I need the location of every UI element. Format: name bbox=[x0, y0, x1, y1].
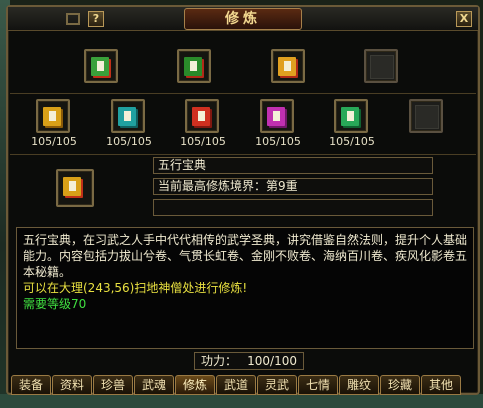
book-count-3: 105/105 bbox=[180, 135, 226, 148]
title-bar: ? 修炼 X bbox=[8, 7, 478, 31]
book-count-4: 105/105 bbox=[255, 135, 301, 148]
selected-item-name: 五行宝典 bbox=[153, 157, 433, 174]
top-slot-4-empty[interactable] bbox=[364, 49, 398, 83]
tab-other[interactable]: 其他 bbox=[421, 375, 461, 395]
close-button[interactable]: X bbox=[456, 11, 472, 27]
description-box: 五行宝典，在习武之人手中代代相传的武学圣典，讲究借鉴自然法则，提升个人基础能力。… bbox=[16, 227, 474, 349]
book-count-2: 105/105 bbox=[106, 135, 152, 148]
tab-collection[interactable]: 珍藏 bbox=[380, 375, 420, 395]
tab-martial-soul[interactable]: 武魂 bbox=[134, 375, 174, 395]
selected-item-slot[interactable] bbox=[56, 169, 94, 207]
red-book-icon bbox=[190, 104, 214, 128]
book-count-5: 105/105 bbox=[329, 135, 375, 148]
tab-engraving[interactable]: 雕纹 bbox=[339, 375, 379, 395]
description-text: 五行宝典，在习武之人手中代代相传的武学圣典，讲究借鉴自然法则，提升个人基础能力。… bbox=[23, 233, 468, 279]
green-book-icon bbox=[339, 104, 363, 128]
teal-book-icon bbox=[116, 104, 140, 128]
window-title: 修炼 bbox=[184, 8, 302, 30]
wuxing-book-stack-icon bbox=[61, 174, 91, 204]
book-slot-6-empty[interactable] bbox=[409, 99, 443, 133]
tab-martial-way[interactable]: 武道 bbox=[216, 375, 256, 395]
power-value: 100/100 bbox=[247, 354, 297, 368]
top-slot-2[interactable] bbox=[177, 49, 211, 83]
tab-pets[interactable]: 珍兽 bbox=[93, 375, 133, 395]
tab-cultivation[interactable]: 修炼 bbox=[175, 375, 215, 395]
book-count-1: 105/105 bbox=[31, 135, 77, 148]
power-label: 功力： bbox=[201, 354, 238, 368]
tab-spirit-weapon[interactable]: 灵武 bbox=[257, 375, 297, 395]
book-slot-2[interactable] bbox=[111, 99, 145, 133]
tab-profile[interactable]: 资料 bbox=[52, 375, 92, 395]
tab-equipment[interactable]: 装备 bbox=[11, 375, 51, 395]
red-green-skill-book-icon bbox=[89, 54, 113, 78]
book-slot-1[interactable] bbox=[36, 99, 70, 133]
power-display: 功力： 100/100 bbox=[194, 352, 304, 370]
yellow-book-icon bbox=[41, 104, 65, 128]
selected-item-extra bbox=[153, 199, 433, 216]
top-slot-1[interactable] bbox=[84, 49, 118, 83]
gold-red-skill-book-icon bbox=[276, 54, 300, 78]
magenta-book-icon bbox=[265, 104, 289, 128]
green-red-skill-book-icon bbox=[182, 54, 206, 78]
book-slot-5[interactable] bbox=[334, 99, 368, 133]
tab-seven-emotions[interactable]: 七情 bbox=[298, 375, 338, 395]
selected-item-realm: 当前最高修炼境界：第9重 bbox=[153, 178, 433, 195]
background-strip bbox=[0, 394, 483, 408]
bottom-tab-bar: 装备 资料 珍兽 武魂 修炼 武道 灵武 七情 雕纹 珍藏 其他 bbox=[8, 375, 478, 395]
book-slot-4[interactable] bbox=[260, 99, 294, 133]
help-button[interactable]: ? bbox=[88, 11, 104, 27]
cultivation-window: ? 修炼 X 105/105 105/105 105/105 105/105 1… bbox=[6, 5, 480, 395]
requirement-text: 需要等级70 bbox=[23, 297, 87, 311]
location-text: 可以在大理(243,56)扫地神僧处进行修炼! bbox=[23, 281, 248, 295]
top-slot-3[interactable] bbox=[271, 49, 305, 83]
book-slot-3[interactable] bbox=[185, 99, 219, 133]
frame-ornament-icon bbox=[66, 13, 80, 25]
